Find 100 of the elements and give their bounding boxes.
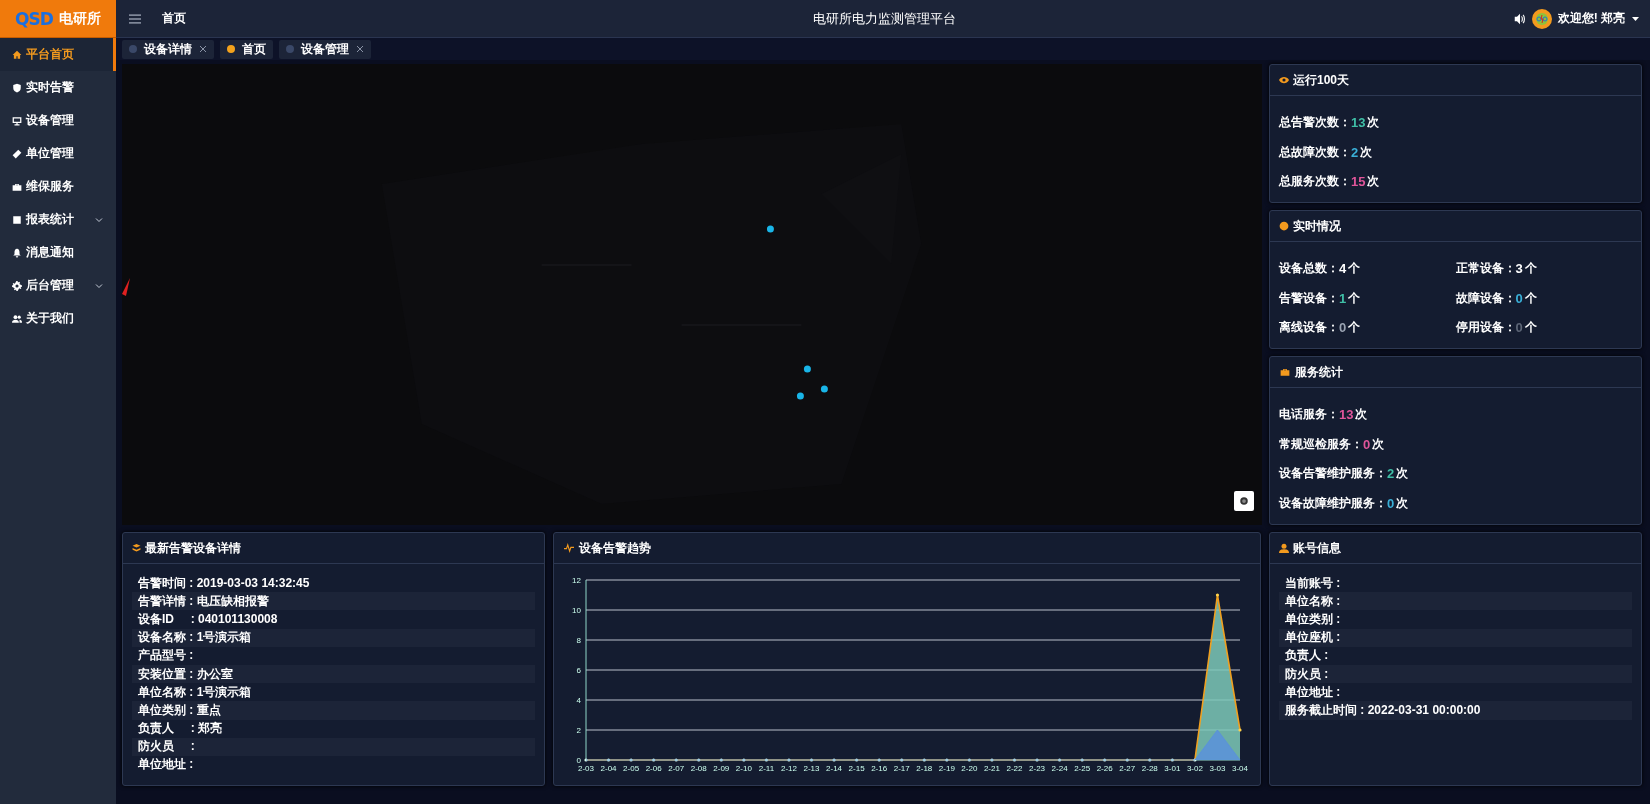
axis-label: 2-03 [578, 764, 594, 773]
stat-label: 正常设备： [1455, 260, 1516, 278]
axis-label: 2-06 [645, 764, 662, 773]
stat-value: 0 [1515, 320, 1523, 336]
axis-label: 2-09 [713, 764, 730, 773]
tab[interactable]: 设备详情 [122, 39, 214, 59]
info-row: 安装位置 : 办公室 [132, 664, 535, 684]
panel-title: 设备告警趋势 [579, 539, 651, 557]
stat-label: 告警设备： [1279, 289, 1339, 307]
speaker-icon[interactable] [1513, 12, 1526, 25]
axis-label: 2-04 [600, 764, 617, 773]
stat-label: 设备故障维护服务： [1279, 494, 1387, 512]
axis-label: 2-14 [826, 764, 843, 773]
info-row-text: 单位名称 : 1号演示箱 [137, 683, 253, 701]
info-row-text: 告警时间 : 2019-03-03 14:32:45 [137, 574, 311, 592]
stat-value: 15 [1351, 174, 1366, 190]
axis-label: 12 [572, 576, 581, 585]
stat-unit: 个 [1348, 260, 1361, 278]
users-icon [12, 313, 22, 324]
axis-label: 2-20 [961, 764, 978, 773]
info-row: 设备名称 : 1号演示箱 [132, 628, 535, 647]
user-greeting[interactable]: 欢迎您! 郑亮 [1557, 10, 1625, 27]
stat-value: 0 [1387, 495, 1395, 511]
stat-label: 常规巡检服务： [1279, 435, 1363, 453]
sidebar-item[interactable]: 报表统计 [0, 203, 116, 236]
axis-label: 2-23 [1029, 764, 1046, 773]
stat-label: 故障设备： [1455, 289, 1516, 307]
sidebar-item[interactable]: 消息通知 [0, 236, 116, 269]
axis-label: 2-21 [983, 764, 1000, 773]
stat-value: 13 [1351, 115, 1366, 131]
axis-label: 3-04 [1232, 764, 1248, 773]
eye-icon [1279, 75, 1289, 85]
info-row-text: 负责人 : 郑亮 [137, 720, 223, 738]
info-row-text: 当前账号 : [1284, 574, 1342, 592]
sidebar-item[interactable]: 后台管理 [0, 269, 116, 302]
info-row-text: 单位地址 : [137, 756, 195, 774]
stat-label: 离线设备： [1279, 319, 1339, 337]
axis-label: 2-13 [803, 764, 820, 773]
axis-label: 3-01 [1164, 764, 1181, 773]
axis-label: 2-05 [623, 764, 640, 773]
axis-label: 2-11 [758, 764, 775, 773]
panel-title: 服务统计 [1295, 363, 1343, 381]
user-icon [1279, 543, 1289, 553]
info-row: 单位名称 : [1279, 592, 1632, 611]
monitor-icon [12, 115, 22, 126]
logo-mark: QSD [15, 8, 53, 29]
info-row: 服务截止时间 : 2022-03-31 00:00:00 [1279, 701, 1632, 720]
home-icon [12, 49, 22, 60]
stat-value: 3 [1515, 261, 1523, 277]
stack-icon [132, 543, 141, 553]
sidebar-item[interactable]: 关于我们 [0, 302, 116, 335]
axis-label: 3-03 [1209, 764, 1226, 773]
page-title: 电研所电力监测管理平台 [812, 9, 956, 28]
stat-unit: 个 [1524, 319, 1537, 337]
axis-label: 2-10 [735, 764, 752, 773]
circle-icon [1279, 221, 1289, 231]
avatar-icon[interactable] [1531, 8, 1552, 29]
stat-value: 0 [1515, 290, 1523, 306]
stat-unit: 次 [1367, 173, 1380, 191]
axis-label: 3-02 [1186, 764, 1203, 773]
sidebar-item[interactable]: 平台首页 [0, 38, 116, 71]
panel-title: 最新告警设备详情 [145, 539, 241, 557]
info-row: 防火员 : [132, 737, 535, 756]
info-row-text: 产品型号 : [137, 647, 195, 665]
sidebar-item[interactable]: 单位管理 [0, 137, 116, 170]
tab[interactable]: 首页 [220, 39, 273, 59]
axis-label: 2-18 [916, 764, 933, 773]
stat-unit: 次 [1396, 494, 1409, 512]
stat-label: 总服务次数： [1279, 173, 1351, 191]
axis-label: 2-08 [690, 764, 707, 773]
stat-value: 13 [1339, 407, 1354, 423]
panel-title: 实时情况 [1293, 217, 1341, 235]
sidebar-item[interactable]: 维保服务 [0, 170, 116, 203]
stat-value: 0 [1363, 436, 1371, 452]
axis-label: 2-26 [1096, 764, 1113, 773]
stat-value: 1 [1339, 290, 1347, 306]
axis-label: 2-25 [1074, 764, 1091, 773]
stat-label: 设备告警维护服务： [1279, 465, 1387, 483]
tab[interactable]: 设备管理 [279, 39, 371, 59]
caret-icon [1631, 14, 1640, 23]
stat-unit: 个 [1524, 260, 1537, 278]
menu-icon[interactable] [128, 12, 142, 25]
stat-label: 停用设备： [1455, 319, 1516, 337]
locate-button[interactable] [1234, 491, 1254, 511]
axis-label: 2-27 [1119, 764, 1136, 773]
info-row-text: 单位地址 : [1284, 683, 1342, 701]
sidebar-item[interactable]: 设备管理 [0, 104, 116, 137]
breadcrumb: 首页 [162, 10, 186, 27]
info-row-text: 负责人 : [1284, 647, 1330, 665]
sidebar-item[interactable]: 实时告警 [0, 71, 116, 104]
bell-icon [12, 247, 22, 258]
stat-unit: 次 [1355, 406, 1368, 424]
stat-unit: 个 [1524, 289, 1537, 307]
stat-unit: 次 [1367, 114, 1380, 132]
axis-label: 2-07 [668, 764, 685, 773]
pulse-icon [563, 543, 575, 553]
axis-label: 2-22 [1006, 764, 1023, 773]
axis-label: 2-19 [938, 764, 955, 773]
axis-label: 10 [572, 606, 581, 615]
stat-value: 2 [1387, 466, 1395, 482]
